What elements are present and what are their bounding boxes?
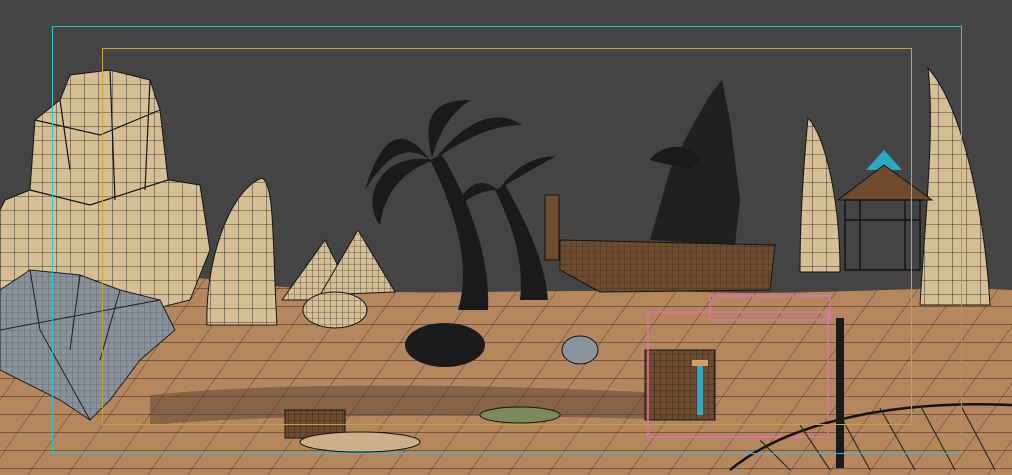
- ship-wreck[interactable]: [544, 80, 776, 293]
- scene-canvas[interactable]: [0, 0, 1012, 475]
- tower-hut[interactable]: [836, 150, 934, 271]
- palm-trees[interactable]: [365, 100, 555, 310]
- left-tusk-rock[interactable]: [206, 177, 278, 326]
- 3d-viewport[interactable]: [0, 0, 1012, 475]
- foreground-chest[interactable]: [644, 349, 716, 421]
- cone-tents[interactable]: [281, 229, 396, 301]
